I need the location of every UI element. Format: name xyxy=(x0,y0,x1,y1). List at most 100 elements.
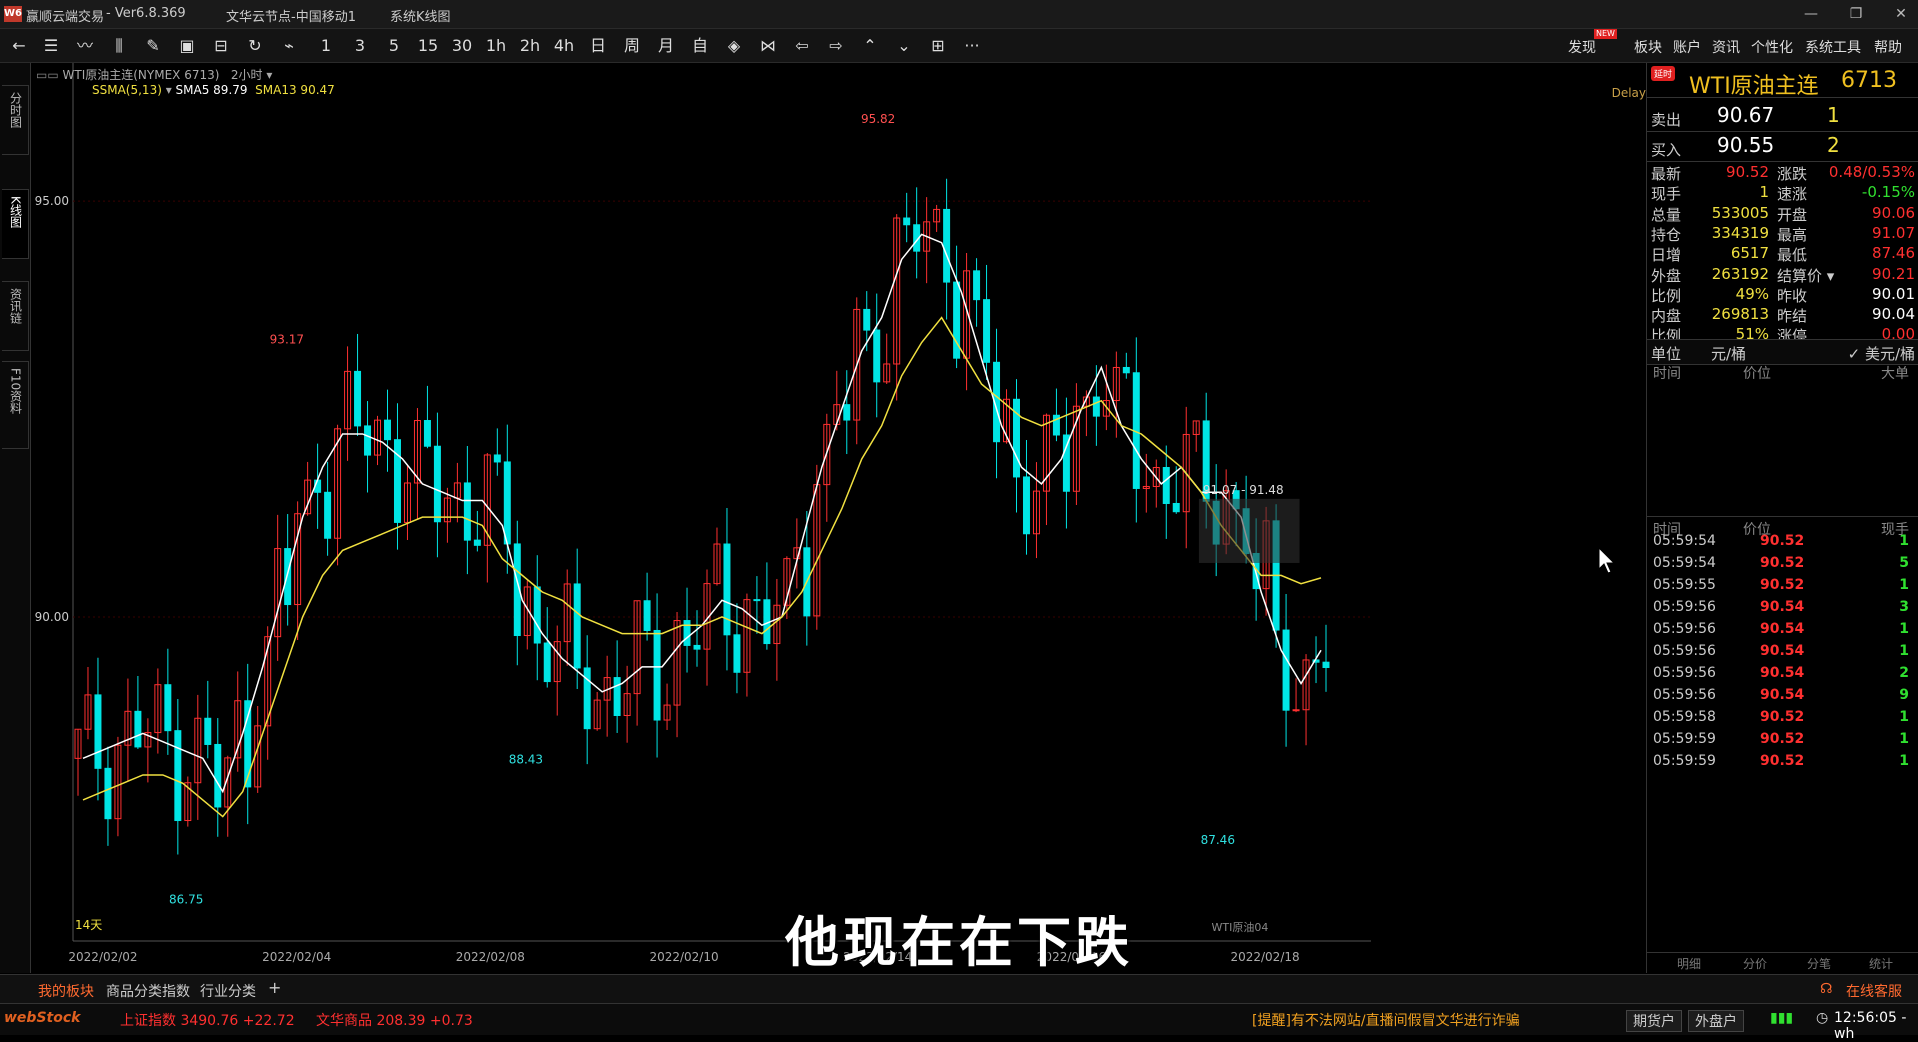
period-custom[interactable]: 自 xyxy=(689,35,711,57)
quote-row: 日增 6517 最低 87.46 xyxy=(1647,244,1918,266)
server-node: 文华云节点-中国移动1 xyxy=(226,10,356,25)
tick-time: 05:59:54 xyxy=(1653,533,1716,549)
period-4h[interactable]: 4h xyxy=(553,35,575,57)
tab-kline[interactable]: K线图 xyxy=(2,189,29,259)
menu-system-tools[interactable]: 系统工具 xyxy=(1805,37,1861,57)
candle-body xyxy=(983,299,991,363)
menu-account[interactable]: 账户 xyxy=(1673,37,1701,57)
candle-body xyxy=(943,208,951,283)
indicator-icon[interactable]: ⌁ xyxy=(278,35,300,57)
delay-label: Delay xyxy=(1611,86,1646,100)
online-service[interactable]: 在线客服 xyxy=(1846,981,1902,1001)
left-tab-bar: 分时图 K线图 资讯链 F10资料 xyxy=(0,63,31,973)
right-icon[interactable]: ⇨ xyxy=(825,35,847,57)
period-month[interactable]: 月 xyxy=(655,35,677,57)
chevron-down-icon[interactable]: ▾ xyxy=(263,68,272,82)
range-box xyxy=(1198,498,1300,563)
line-chart-icon[interactable]: 〰 xyxy=(74,35,96,57)
period-5[interactable]: 5 xyxy=(383,35,405,57)
tab-timeshare[interactable]: 分时图 xyxy=(2,85,29,155)
tick-price: 90.54 xyxy=(1760,643,1805,659)
quote-row: 外盘 263192 结算价 ▾ 90.21 xyxy=(1647,265,1918,287)
refresh-icon[interactable]: ↻ xyxy=(244,35,266,57)
tab-industry[interactable]: 行业分类 xyxy=(200,981,256,1001)
view-name: 系统K线图 xyxy=(390,10,451,25)
buy-row[interactable]: 买入 90.55 2 xyxy=(1647,131,1918,162)
tab-commodity-index[interactable]: 商品分类指数 xyxy=(106,981,190,1001)
indicator-name[interactable]: SSMA(5,13) xyxy=(92,83,162,97)
mouse-cursor-icon xyxy=(1598,547,1616,574)
kline-chart-area[interactable]: 95.00 90.00 2022/02/02 2022/02/04 2022/02/08… xyxy=(31,63,1645,973)
draw-icon[interactable]: ✎ xyxy=(142,35,164,57)
close-icon[interactable]: ✕ xyxy=(1890,4,1912,24)
zoom-in-icon[interactable]: ⌃ xyxy=(859,35,881,57)
candle-body xyxy=(533,586,541,644)
chart-menu-icon[interactable]: ▭▭ xyxy=(36,68,59,82)
foreign-account-button[interactable]: 外盘户 xyxy=(1688,1010,1744,1032)
period-3[interactable]: 3 xyxy=(349,35,371,57)
tick-time: 05:59:56 xyxy=(1653,621,1716,637)
tab-my-sector[interactable]: 我的板块 xyxy=(38,981,94,1001)
menu-personalize[interactable]: 个性化 xyxy=(1751,37,1793,57)
quote-code: 6713 xyxy=(1841,68,1897,93)
zoom-out-icon[interactable]: ⌄ xyxy=(893,35,915,57)
period-select[interactable]: 2小时 xyxy=(231,68,263,82)
tab-f10[interactable]: F10资料 xyxy=(2,361,29,449)
left-icon[interactable]: ⇦ xyxy=(791,35,813,57)
tick-price: 90.52 xyxy=(1760,577,1805,593)
quote-row-value: 269813 xyxy=(1711,305,1769,324)
quote-panel: 延时 WTI原油主连 6713 卖出 90.67 1 买入 90.55 2 最新… xyxy=(1646,63,1918,973)
kline-chart[interactable]: 95.0090.002022/02/02 2022/02/04 2022/02/08… xyxy=(31,63,1645,973)
minimize-icon[interactable]: — xyxy=(1800,4,1822,24)
tick-time: 05:59:56 xyxy=(1653,599,1716,615)
candle-body xyxy=(423,420,431,447)
fraud-notice[interactable]: [提醒]有不法网站/直播间假冒文华进行诈骗 xyxy=(1252,1010,1520,1030)
tick-qty: 1 xyxy=(1899,643,1909,659)
tick-qty: 1 xyxy=(1899,621,1909,637)
period-day[interactable]: 日 xyxy=(587,35,609,57)
quote-row-value2: 90.01 xyxy=(1872,284,1915,303)
candle-body xyxy=(863,308,871,331)
unit-label: 单位 xyxy=(1651,345,1682,363)
period-1h[interactable]: 1h xyxy=(485,35,507,57)
period-15[interactable]: 15 xyxy=(417,35,439,57)
candle-body xyxy=(473,539,481,546)
period-1[interactable]: 1 xyxy=(315,35,337,57)
sell-row[interactable]: 卖出 90.67 1 xyxy=(1647,101,1918,132)
add-tab-button[interactable]: + xyxy=(268,978,281,997)
menu-news[interactable]: 资讯 xyxy=(1712,37,1740,57)
buy-price: 90.55 xyxy=(1717,133,1775,157)
unit-yuan[interactable]: 元/桶 xyxy=(1711,343,1746,364)
candle-body xyxy=(354,370,362,427)
sma13-value: SMA13 90.47 xyxy=(255,83,335,97)
more-icon[interactable]: ··· xyxy=(961,35,983,57)
compress-icon[interactable]: ⋈ xyxy=(757,35,779,57)
menu-sector[interactable]: 板块 xyxy=(1634,37,1662,57)
candle-body xyxy=(94,694,102,769)
candle-icon[interactable]: ⫼ xyxy=(108,35,130,57)
expand-icon[interactable]: ◈ xyxy=(723,35,745,57)
tick-time: 05:59:55 xyxy=(1653,577,1716,593)
candle-body xyxy=(433,445,441,523)
tab-news-chain[interactable]: 资讯链 xyxy=(2,281,29,351)
candle-body xyxy=(214,743,222,808)
headset-icon[interactable]: ☊ xyxy=(1820,981,1832,997)
back-arrow-icon[interactable]: ← xyxy=(8,35,30,57)
layout-icon[interactable]: ⊞ xyxy=(927,35,949,57)
menu-help[interactable]: 帮助 xyxy=(1874,37,1902,57)
chevron-down-icon[interactable]: ▾ xyxy=(162,83,176,97)
unit-usd[interactable]: ✓ 美元/桶 xyxy=(1848,343,1915,364)
list-icon[interactable]: ☰ xyxy=(40,35,62,57)
period-30[interactable]: 30 xyxy=(451,35,473,57)
candle-body xyxy=(463,482,471,541)
tick-time: 05:59:56 xyxy=(1653,643,1716,659)
futures-account-button[interactable]: 期货户 xyxy=(1626,1010,1682,1032)
menu-discover[interactable]: 发现 xyxy=(1568,37,1596,57)
candle-body xyxy=(973,270,981,301)
quote-row-label2: 昨结 xyxy=(1777,307,1808,326)
save-icon[interactable]: ⊟ xyxy=(210,35,232,57)
monitor-icon[interactable]: ▣ xyxy=(176,35,198,57)
period-week[interactable]: 周 xyxy=(621,35,643,57)
period-2h[interactable]: 2h xyxy=(519,35,541,57)
restore-icon[interactable]: ❐ xyxy=(1845,4,1867,24)
